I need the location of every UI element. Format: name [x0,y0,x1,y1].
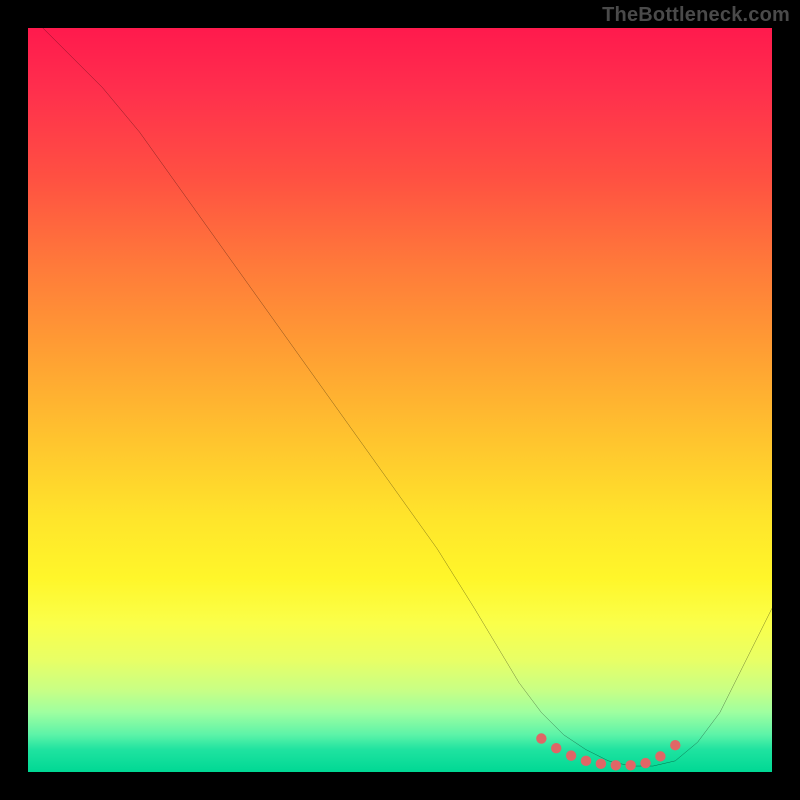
optimal-zone-markers [536,733,680,770]
curve-layer [28,28,772,772]
plot-area [28,28,772,772]
marker-dot [566,750,576,760]
marker-dot [596,759,606,769]
marker-dot [581,756,591,766]
watermark-text: TheBottleneck.com [602,4,790,27]
chart-frame: TheBottleneck.com [0,0,800,800]
marker-dot [655,751,665,761]
marker-dot [670,740,680,750]
marker-dot [640,758,650,768]
marker-dot [625,760,635,770]
marker-dot [536,733,546,743]
marker-dot [611,760,621,770]
marker-dot [551,743,561,753]
bottleneck-curve [43,28,772,766]
